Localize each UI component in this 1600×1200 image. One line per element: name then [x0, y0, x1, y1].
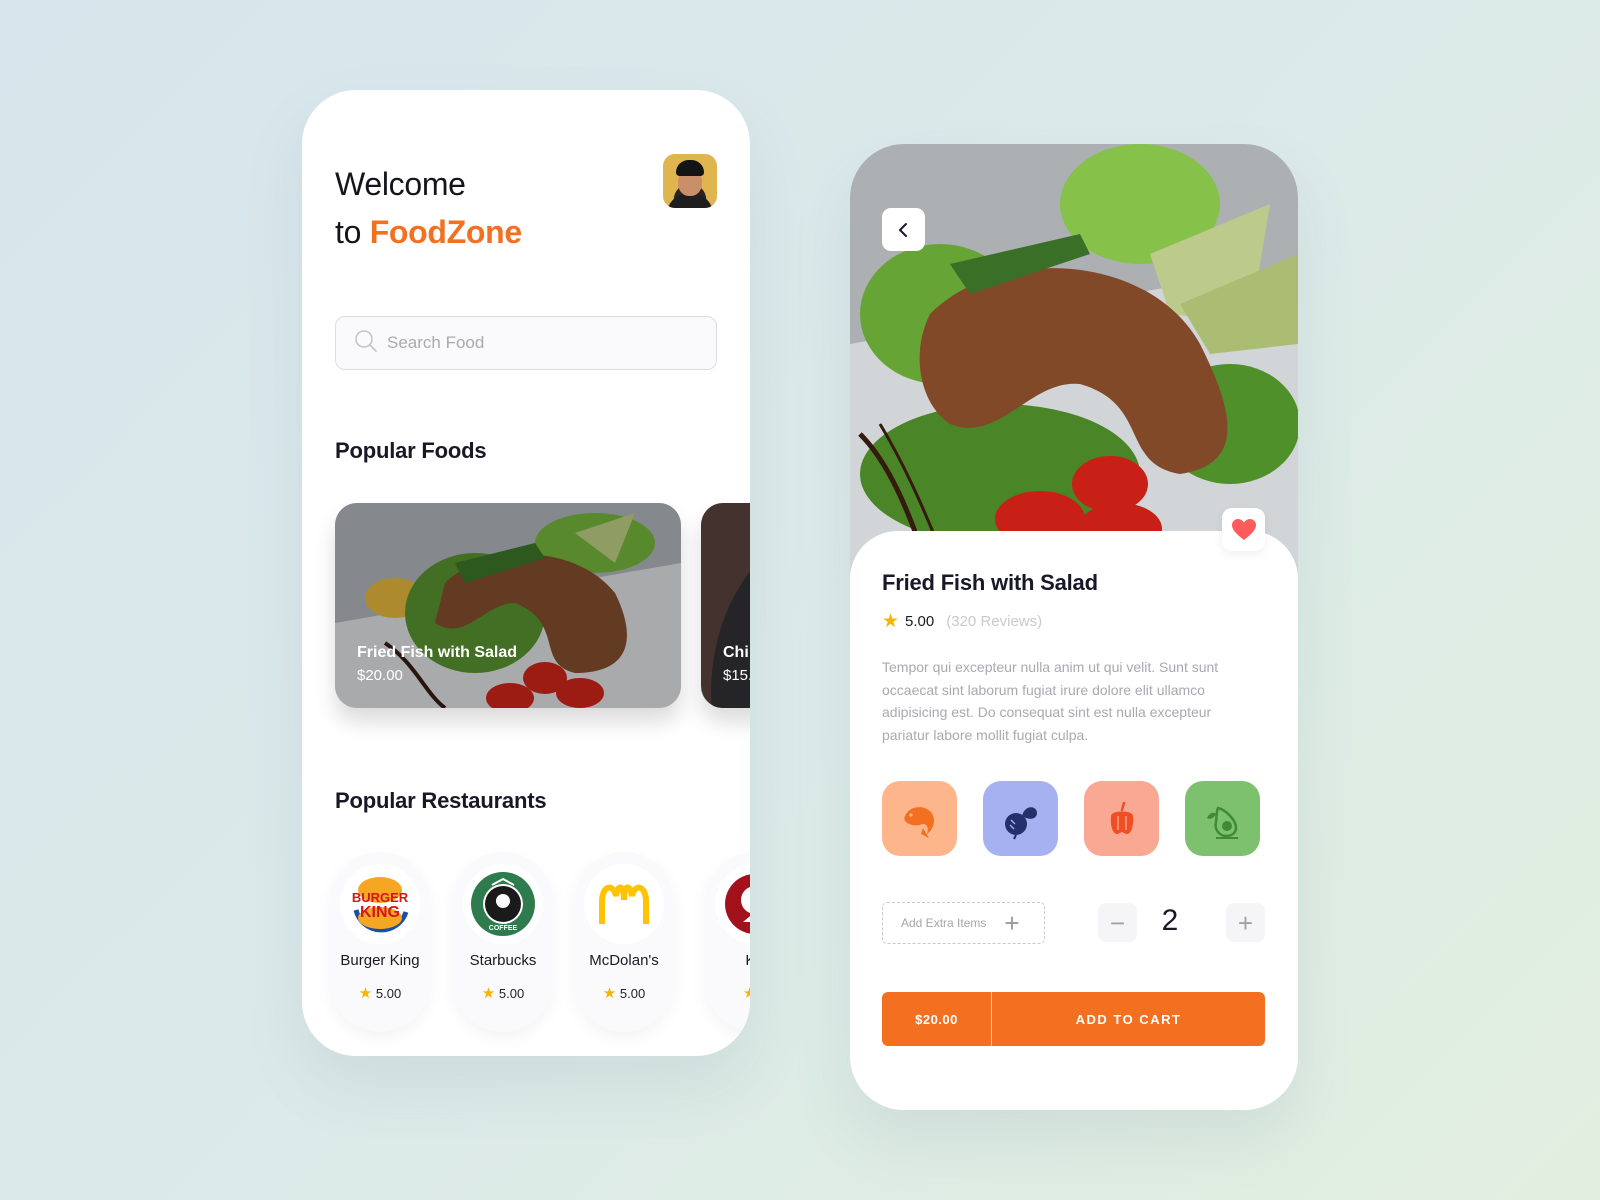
fish-icon	[903, 806, 934, 838]
avatar-body	[667, 194, 713, 208]
welcome-heading: Welcome to FoodZone	[335, 160, 522, 256]
restaurant-name: Starbucks	[469, 952, 537, 969]
ingredient-beetroot[interactable]	[983, 781, 1058, 856]
search-icon	[354, 329, 378, 358]
avocado-icon	[1206, 806, 1238, 839]
increase-quantity-button[interactable]: +	[1226, 903, 1265, 942]
add-extra-items-button[interactable]: Add Extra Items +	[882, 902, 1045, 944]
kfc-logo	[715, 864, 750, 944]
star-icon: ★	[742, 985, 750, 1002]
reviews-count[interactable]: (320 Reviews)	[946, 613, 1042, 630]
welcome-line: Welcome	[335, 166, 466, 202]
svg-text:BURGER: BURGER	[352, 890, 409, 905]
restaurant-card[interactable]: McDolan's ★ 5.00	[574, 852, 674, 1032]
restaurant-name: KF	[705, 952, 750, 969]
burger-king-logo: BURGER KING	[340, 864, 420, 944]
star-icon: ★	[882, 611, 900, 632]
welcome-to: to	[335, 214, 370, 250]
cart-price: $20.00	[882, 992, 992, 1046]
chevron-left-icon	[898, 222, 907, 237]
restaurant-rating: ★ 5.00	[574, 984, 674, 1002]
add-extra-label: Add Extra Items	[901, 916, 987, 930]
plus-icon: +	[1237, 907, 1254, 938]
food-title: Fried Fish with Salad	[882, 570, 1098, 595]
rating-value: 5.00	[375, 986, 402, 1001]
restaurant-name: Burger King	[340, 952, 420, 969]
avatar-cap	[676, 160, 704, 176]
star-icon: ★	[358, 985, 373, 1002]
back-button[interactable]	[882, 208, 925, 251]
food-name: Fried Fish with Salad	[357, 644, 518, 661]
search-input[interactable]	[387, 333, 687, 353]
restaurant-rating: ★ 5.00	[453, 984, 553, 1002]
bell-pepper-icon	[1110, 801, 1133, 834]
brand-name: FoodZone	[369, 214, 523, 250]
restaurant-card[interactable]: COFFEE Starbucks ★ 5.00	[453, 852, 553, 1032]
food-card[interactable]: Fried Fish with Salad $20.00	[335, 503, 681, 708]
popular-restaurants-title: Popular Restaurants	[335, 788, 547, 813]
rating-value: 5.00	[498, 986, 525, 1001]
starbucks-logo: COFFEE	[463, 864, 543, 944]
heart-icon	[1231, 518, 1256, 540]
svg-text:KING: KING	[360, 904, 400, 921]
search-bar[interactable]	[335, 316, 717, 370]
food-price: $20.00	[357, 667, 403, 684]
add-to-cart-button[interactable]: ADD TO CART	[992, 992, 1265, 1046]
ingredient-fish[interactable]	[882, 781, 957, 856]
food-rating: ★ 5.00 (320 Reviews)	[882, 610, 1042, 633]
detail-screen: Fried Fish with Salad ★ 5.00 (320 Review…	[850, 144, 1298, 1110]
favorite-button[interactable]	[1222, 508, 1265, 551]
mcdonalds-logo	[584, 864, 664, 944]
food-card[interactable]: Chi $15.	[701, 503, 750, 708]
restaurant-card[interactable]: KF ★ 5	[705, 852, 750, 1032]
restaurant-card[interactable]: BURGER KING Burger King ★ 5.00	[330, 852, 430, 1032]
star-icon: ★	[602, 985, 617, 1002]
home-screen: Welcome to FoodZone Popular Foods	[302, 90, 750, 1056]
food-name: Chi	[723, 644, 749, 661]
ingredient-avocado[interactable]	[1185, 781, 1260, 856]
food-description: Tempor qui excepteur nulla anim ut qui v…	[882, 659, 1219, 743]
minus-icon: −	[1109, 907, 1126, 938]
add-to-cart-bar[interactable]: $20.00 ADD TO CART	[882, 992, 1265, 1046]
plus-icon: +	[1004, 908, 1020, 938]
restaurant-rating: ★ 5	[705, 984, 750, 1002]
beetroot-icon	[1004, 806, 1037, 839]
star-icon: ★	[481, 985, 496, 1002]
quantity-value: 2	[1161, 904, 1179, 937]
restaurant-name: McDolan's	[589, 952, 659, 969]
avatar[interactable]	[663, 154, 717, 208]
decrease-quantity-button[interactable]: −	[1098, 903, 1137, 942]
restaurant-rating: ★ 5.00	[330, 984, 430, 1002]
rating-value: 5.00	[619, 986, 646, 1001]
food-price: $15.	[723, 667, 750, 684]
ingredient-bell-pepper[interactable]	[1084, 781, 1159, 856]
popular-foods-title: Popular Foods	[335, 438, 487, 463]
rating-value: 5.00	[905, 613, 935, 630]
svg-text:COFFEE: COFFEE	[489, 925, 518, 932]
